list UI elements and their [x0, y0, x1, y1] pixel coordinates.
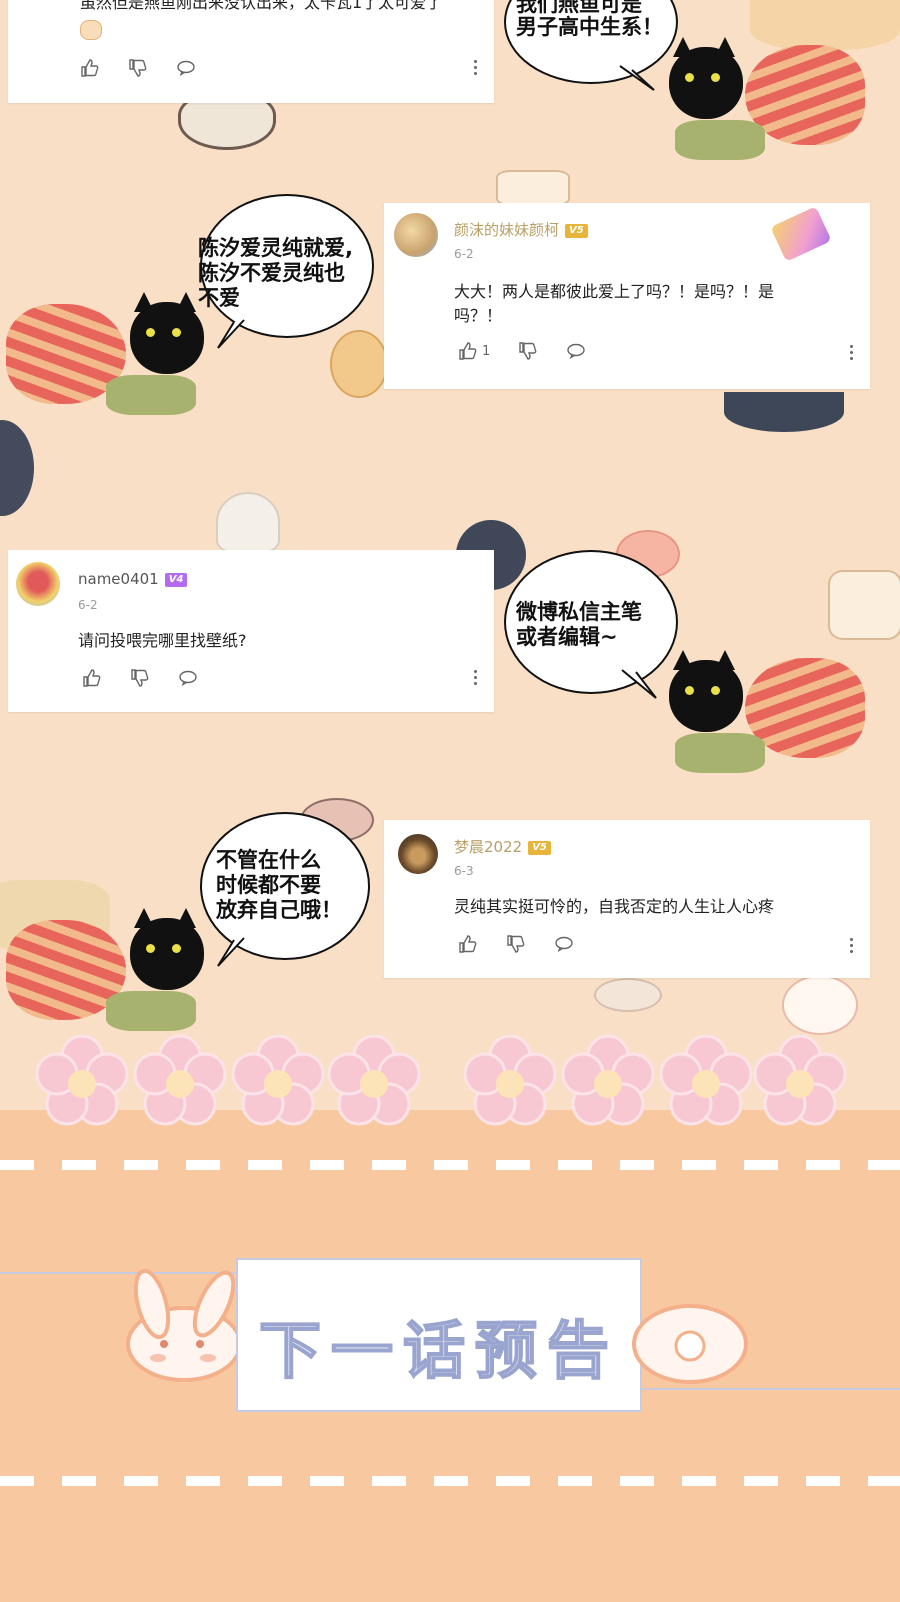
dislike-button[interactable]: [506, 934, 526, 954]
level-badge: V4: [164, 572, 188, 587]
comment-date: 6-3: [454, 864, 474, 878]
comment-text: 吗？！: [454, 306, 503, 325]
flower-decoration: [753, 1034, 847, 1126]
reply-button[interactable]: [554, 934, 574, 954]
reply-text: 不管在什么: [216, 848, 321, 872]
like-button[interactable]: [82, 668, 102, 688]
avatar: [398, 834, 438, 874]
thumbs-up-icon: [459, 342, 477, 360]
comment-card: 梦晨2022 V5 6-3 灵纯其实挺可怜的，自我否定的人生让人心疼: [384, 820, 870, 978]
bunny-tail-icon: [632, 1304, 748, 1384]
reply-text: 微博私信主笔: [516, 600, 642, 624]
reply-button[interactable]: [178, 668, 198, 688]
chat-bubble-icon: [179, 670, 197, 687]
black-cat-illustration: [6, 290, 206, 420]
level-badge: V5: [528, 840, 551, 855]
avatar: [16, 562, 60, 606]
more-options-icon[interactable]: [474, 60, 478, 76]
reply-text: 陈汐不爱灵纯也: [198, 261, 345, 285]
avatar: [394, 213, 438, 257]
reply-button[interactable]: [566, 341, 586, 361]
bacon-decoration: [828, 570, 900, 640]
dashed-divider: [0, 1476, 900, 1486]
thumbs-down-icon: [507, 935, 525, 953]
more-options-icon[interactable]: [850, 938, 854, 954]
sushi-decoration: [594, 978, 662, 1012]
thumbs-down-icon: [129, 59, 147, 77]
like-button[interactable]: [80, 58, 100, 78]
reply-text: 男子高中生系！: [516, 15, 663, 39]
comment-date: 6-2: [454, 247, 474, 261]
comment-actions: [80, 58, 224, 78]
dislike-button[interactable]: [130, 668, 150, 688]
flower-decoration: [463, 1034, 557, 1126]
like-count: 1: [482, 343, 491, 359]
thumbs-up-icon: [459, 935, 477, 953]
comment-text: 大大！两人是都彼此爱上了吗？！是吗？！是: [454, 282, 775, 301]
comment-card: 颜沫的妹妹颜柯 V5 6-2 大大！两人是都彼此爱上了吗？！是吗？！是 吗？！ 1: [384, 203, 870, 389]
chat-bubble-icon: [177, 60, 195, 77]
username[interactable]: 梦晨2022 V5: [454, 836, 551, 857]
preview-title: 下一话预告: [258, 1313, 619, 1388]
flower-decoration: [327, 1034, 421, 1126]
comment-text: 虽然但是燕鱼刚出来没认出来，太卡瓦1了太可爱了: [80, 0, 443, 12]
chat-bubble-icon: [567, 343, 585, 360]
preview-banner: 下一话预告: [236, 1258, 642, 1412]
level-badge: V5: [565, 223, 588, 238]
comment-card: 虽然但是燕鱼刚出来没认出来，太卡瓦1了太可爱了: [8, 0, 494, 103]
username[interactable]: 颜沫的妹妹颜柯 V5: [454, 219, 588, 240]
black-cat-illustration: [665, 648, 865, 778]
dislike-button[interactable]: [518, 341, 538, 361]
shrimp-decoration: [330, 330, 388, 398]
like-button[interactable]: [458, 934, 478, 954]
reply-text: 放弃自己哦！: [216, 898, 342, 922]
more-options-icon[interactable]: [850, 345, 854, 361]
bacon-decoration: [496, 170, 570, 206]
bunny-icon: [126, 1268, 242, 1382]
bubble-tail: [217, 937, 245, 967]
thumbs-down-icon: [131, 669, 149, 687]
cat-emoji: [80, 20, 102, 40]
thumbs-down-icon: [519, 342, 537, 360]
comment-actions: [458, 934, 602, 954]
reply-text: 或者编辑~: [516, 625, 618, 649]
reply-text: 陈汐爱灵纯就爱,: [198, 236, 353, 260]
flower-decoration: [35, 1034, 129, 1126]
narutomaki-decoration: [782, 975, 858, 1035]
black-cat-illustration: [665, 35, 865, 165]
dislike-button[interactable]: [128, 58, 148, 78]
username[interactable]: name0401 V4: [78, 570, 188, 588]
comment-actions: 1: [458, 341, 614, 361]
bubble-tail: [621, 669, 657, 699]
thumbs-up-icon: [81, 59, 99, 77]
paint-tube-icon: [770, 206, 832, 262]
flower-decoration: [133, 1034, 227, 1126]
sushi-decoration: [724, 392, 844, 432]
chat-bubble-icon: [555, 936, 573, 953]
flower-decoration: [561, 1034, 655, 1126]
reply-text: 时候都不要: [216, 873, 321, 897]
flower-decoration: [659, 1034, 753, 1126]
more-options-icon[interactable]: [474, 670, 478, 686]
comment-actions: [82, 668, 226, 688]
comment-text: 灵纯其实挺可怜的，自我否定的人生让人心疼: [454, 897, 775, 916]
bubble-tail: [217, 319, 245, 349]
comment-text: 请问投喂完哪里找壁纸?: [78, 631, 247, 650]
flower-decoration: [231, 1034, 325, 1126]
dashed-divider: [0, 1160, 900, 1170]
comment-card: name0401 V4 6-2 请问投喂完哪里找壁纸?: [8, 550, 494, 712]
comment-date: 6-2: [78, 598, 98, 612]
rice-ball-decoration: [216, 492, 280, 552]
black-cat-illustration: [6, 906, 206, 1036]
like-button[interactable]: 1: [458, 341, 490, 361]
bubble-tail: [619, 65, 655, 91]
thumbs-up-icon: [83, 669, 101, 687]
reply-button[interactable]: [176, 58, 196, 78]
